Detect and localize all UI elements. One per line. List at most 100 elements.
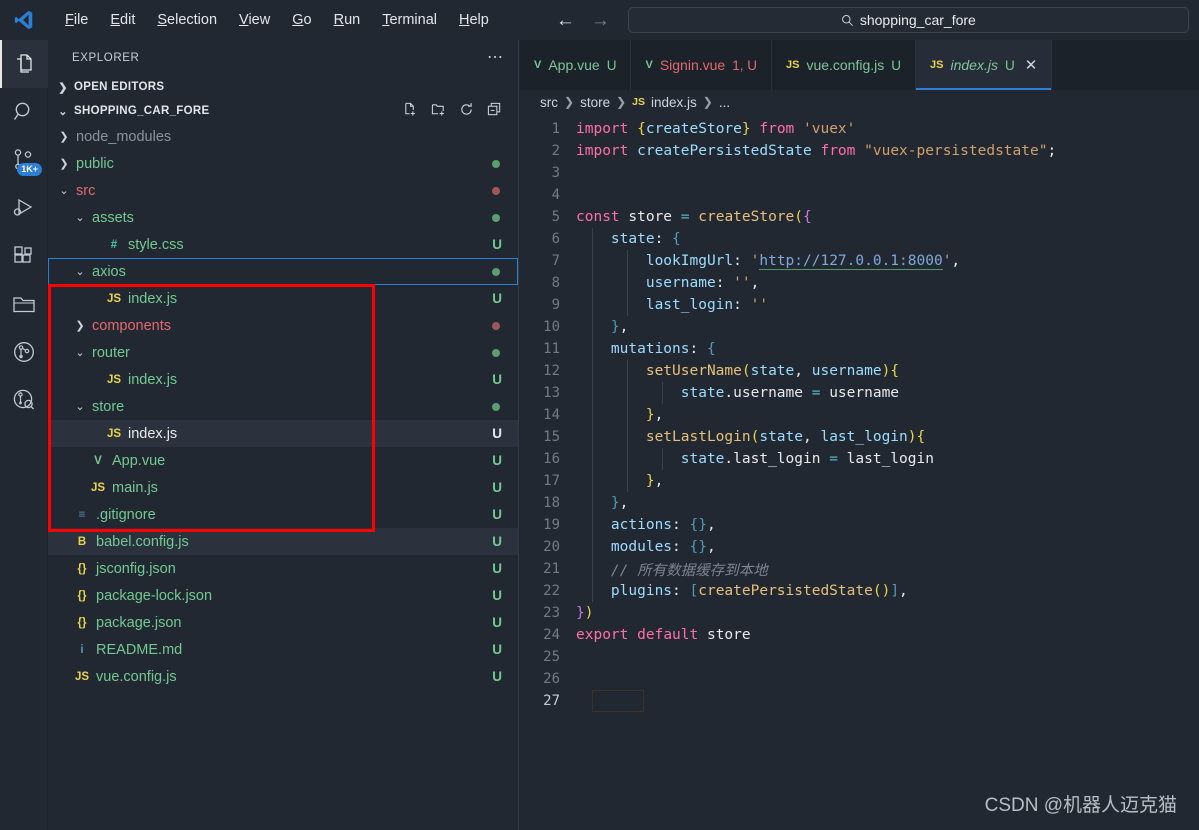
menu-help[interactable]: Help [448, 8, 500, 32]
close-icon[interactable]: ✕ [1025, 56, 1038, 74]
code-text[interactable]: username: '', [576, 275, 760, 291]
menu-file[interactable]: File [54, 8, 99, 32]
section-open-editors[interactable]: ❯ OPEN EDITORS [48, 75, 518, 99]
menu-terminal[interactable]: Terminal [371, 8, 448, 32]
tree-file-package-lock-json[interactable]: {} package-lock.json U [48, 582, 518, 609]
breadcrumb-segment[interactable]: store [580, 95, 610, 110]
breadcrumb[interactable]: src ❯ store ❯ JS index.js ❯... [520, 90, 1199, 114]
code-line[interactable]: 27 [520, 690, 1199, 712]
code-line[interactable]: 12 setUserName(state, username){ [520, 360, 1199, 382]
tree-file-package-json[interactable]: {} package.json U [48, 609, 518, 636]
code-text[interactable]: setLastLogin(state, last_login){ [576, 429, 925, 445]
code-text[interactable]: state.username = username [576, 385, 899, 401]
code-line[interactable]: 20 modules: {}, [520, 536, 1199, 558]
code-line[interactable]: 14 }, [520, 404, 1199, 426]
code-line[interactable]: 4 [520, 184, 1199, 206]
tree-folder-router[interactable]: ⌄ router [48, 339, 518, 366]
tree-folder-assets[interactable]: ⌄ assets [48, 204, 518, 231]
tree-file-main-js[interactable]: JS main.js U [48, 474, 518, 501]
code-text[interactable]: import createPersistedState from "vuex-p… [576, 143, 1056, 159]
code-text[interactable]: }, [576, 407, 663, 423]
menu-edit[interactable]: Edit [99, 8, 146, 32]
code-line[interactable]: 24 export default store [520, 624, 1199, 646]
tree-file-babel-config-js[interactable]: Bbabel.config.js U [48, 528, 518, 555]
tree-file-index-js[interactable]: JS index.js U [48, 420, 518, 447]
editor-tab-vue-config-js[interactable]: JS vue.config.js U [772, 40, 917, 90]
code-line[interactable]: 11 mutations: { [520, 338, 1199, 360]
tree-folder-src[interactable]: ⌄ src [48, 177, 518, 204]
code-line[interactable]: 3 [520, 162, 1199, 184]
code-text[interactable]: // 所有数据缓存到本地 [576, 559, 768, 580]
tree-file-style-css[interactable]: # style.css U [48, 231, 518, 258]
code-line[interactable]: 17 }, [520, 470, 1199, 492]
code-line[interactable]: 9 last_login: '' [520, 294, 1199, 316]
chevron-down-icon[interactable]: ⌄ [56, 184, 72, 197]
code-text[interactable]: }, [576, 319, 628, 335]
code-text[interactable]: }, [576, 473, 663, 489]
tree-file-index-js[interactable]: JS index.js U [48, 366, 518, 393]
activity-bar[interactable]: 1K+ [0, 40, 48, 830]
activity-extensions[interactable] [0, 232, 48, 280]
code-text[interactable]: state.last_login = last_login [576, 451, 934, 467]
file-tree[interactable]: ❯ node_modules ❯ public ⌄ src ⌄ assets # style.cs… [48, 123, 518, 690]
tree-file-index-js[interactable]: JS index.js U [48, 285, 518, 312]
new-file-icon[interactable] [403, 102, 418, 120]
editor-tab-signin-vue[interactable]: V Signin.vue 1, U [631, 40, 772, 90]
tree-file-readme-md[interactable]: i README.md U [48, 636, 518, 663]
activity-search[interactable] [0, 88, 48, 136]
code-text[interactable]: setUserName(state, username){ [576, 363, 899, 379]
ellipsis-icon[interactable]: ⋯ [487, 49, 504, 65]
code-line[interactable]: 26 [520, 668, 1199, 690]
activity-run-debug[interactable] [0, 184, 48, 232]
code-line[interactable]: 2 import createPersistedState from "vuex-… [520, 140, 1199, 162]
editor-tab-index-js[interactable]: JS index.js U ✕ [916, 40, 1053, 90]
chevron-down-icon[interactable]: ⌄ [72, 400, 88, 413]
tree-folder-store[interactable]: ⌄ store [48, 393, 518, 420]
code-line[interactable]: 21 // 所有数据缓存到本地 [520, 558, 1199, 580]
tree-file-vue-config-js[interactable]: JS vue.config.js U [48, 663, 518, 690]
chevron-down-icon[interactable]: ⌄ [72, 211, 88, 224]
code-line[interactable]: 16 state.last_login = last_login [520, 448, 1199, 470]
code-text[interactable]: }) [576, 605, 593, 621]
menu-bar[interactable]: File Edit Selection View Go Run Terminal… [54, 8, 500, 32]
code-line[interactable]: 13 state.username = username [520, 382, 1199, 404]
code-line[interactable]: 10 }, [520, 316, 1199, 338]
activity-gitlens[interactable] [0, 328, 48, 376]
menu-go[interactable]: Go [281, 8, 322, 32]
code-line[interactable]: 23}) [520, 602, 1199, 624]
code-editor[interactable]: 1 import {createStore} from 'vuex' 2 import… [520, 114, 1199, 712]
code-text[interactable]: lookImgUrl: 'http://127.0.0.1:8000', [576, 253, 960, 270]
menu-run[interactable]: Run [323, 8, 372, 32]
code-text[interactable]: export default store [576, 627, 751, 643]
activity-remote-explorer[interactable] [0, 280, 48, 328]
code-text[interactable]: import {createStore} from 'vuex' [576, 121, 855, 137]
activity-source-control[interactable]: 1K+ [0, 136, 48, 184]
menu-selection[interactable]: Selection [146, 8, 228, 32]
navigation-buttons[interactable]: ← → [556, 11, 610, 30]
activity-gitlens-inspect[interactable] [0, 376, 48, 424]
code-text[interactable]: last_login: '' [576, 297, 768, 313]
code-line[interactable]: 6 state: { [520, 228, 1199, 250]
tree-folder-node-modules[interactable]: ❯ node_modules [48, 123, 518, 150]
chevron-down-icon[interactable]: ⌄ [72, 265, 88, 278]
editor-tab-bar[interactable]: V App.vue U V Signin.vue 1, U JS vue.config.js U… [520, 40, 1199, 90]
breadcrumb-segment[interactable]: ... [719, 95, 730, 110]
tree-file--gitignore[interactable]: ≡ .gitignore U [48, 501, 518, 528]
code-line[interactable]: 25 [520, 646, 1199, 668]
editor-tab-app-vue[interactable]: V App.vue U [520, 40, 632, 90]
tree-file-app-vue[interactable]: V App.vue U [48, 447, 518, 474]
code-line[interactable]: 8 username: '', [520, 272, 1199, 294]
arrow-left-icon[interactable]: ← [556, 11, 575, 30]
activity-explorer[interactable] [0, 40, 48, 88]
code-text[interactable]: modules: {}, [576, 539, 716, 555]
chevron-right-icon[interactable]: ❯ [56, 130, 72, 143]
search-input[interactable]: shopping_car_fore [627, 7, 1189, 33]
code-line[interactable]: 19 actions: {}, [520, 514, 1199, 536]
code-text[interactable]: actions: {}, [576, 517, 716, 533]
code-line[interactable]: 1 import {createStore} from 'vuex' [520, 118, 1199, 140]
section-workspace[interactable]: ⌄ SHOPPING_CAR_FORE [48, 99, 518, 123]
workspace-actions[interactable] [403, 102, 518, 120]
refresh-icon[interactable] [459, 102, 474, 120]
code-text[interactable]: mutations: { [576, 341, 716, 357]
code-text[interactable]: const store = createStore({ [576, 209, 812, 225]
